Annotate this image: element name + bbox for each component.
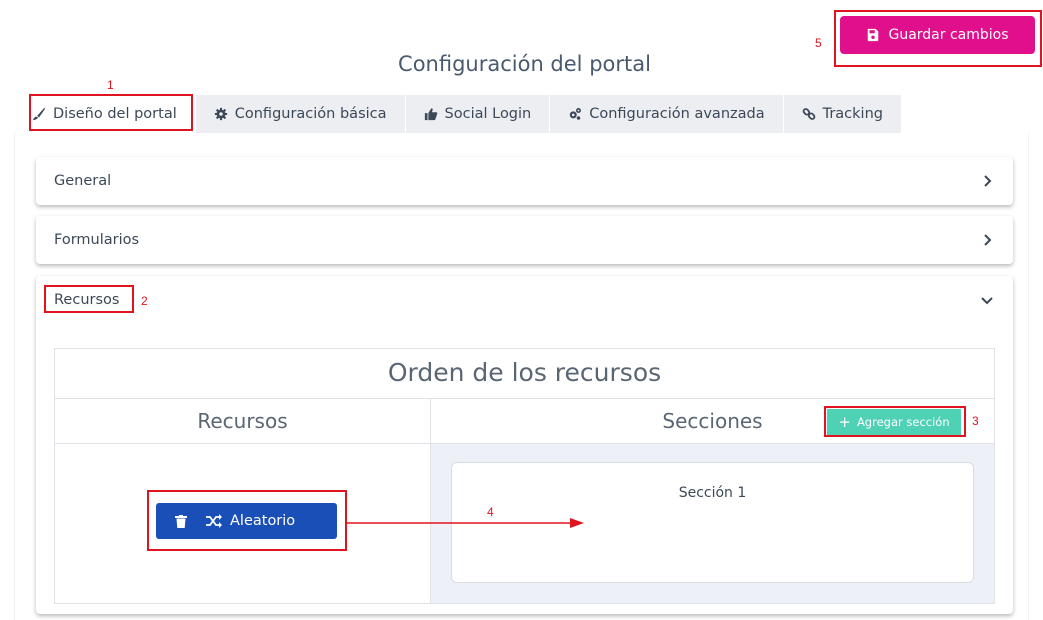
- accordion-title: Recursos: [54, 292, 120, 308]
- accordion-title: General: [54, 173, 112, 189]
- tab-configuracion-avanzada[interactable]: Configuración avanzada: [550, 95, 784, 133]
- tab-label: Tracking: [822, 106, 883, 122]
- add-section-label: Agregar sección: [856, 415, 950, 429]
- tab-bar: Diseño del portal Configuración básica S…: [14, 95, 902, 133]
- floppy-disk-icon: [868, 28, 879, 42]
- page-title: Configuración del portal: [398, 52, 651, 76]
- chevron-right-icon: [984, 175, 992, 187]
- accordion-general: General: [36, 157, 1013, 205]
- add-section-button[interactable]: + Agregar sección: [827, 409, 961, 435]
- thumbs-up-icon: [424, 108, 437, 121]
- tab-social-login[interactable]: Social Login: [405, 95, 551, 133]
- annotation-number-3: 3: [972, 414, 979, 428]
- brush-icon: [32, 107, 46, 121]
- tab-label: Configuración básica: [234, 106, 387, 122]
- tab-configuracion-basica[interactable]: Configuración básica: [195, 95, 406, 133]
- resource-item-text: Aleatorio: [230, 513, 296, 529]
- link-icon: [802, 108, 815, 120]
- accordion-formularios-header[interactable]: Formularios: [36, 216, 1013, 264]
- tab-label: Diseño del portal: [53, 106, 177, 122]
- gear-icon: [214, 107, 227, 121]
- section-name: Sección 1: [678, 485, 747, 501]
- accordion-formularios: Formularios: [36, 216, 1013, 264]
- chevron-right-icon: [984, 234, 992, 246]
- resource-item-aleatorio[interactable]: Aleatorio: [156, 503, 337, 539]
- annotation-number-2: 2: [141, 294, 148, 308]
- annotation-arrow: [346, 518, 584, 528]
- annotation-number-5: 5: [815, 36, 822, 50]
- tab-diseno-del-portal[interactable]: Diseño del portal: [14, 95, 196, 133]
- accordion-recursos: Recursos Orden de los recursos Recursos …: [36, 276, 1013, 614]
- resources-order-title: Orden de los recursos: [55, 349, 994, 399]
- accordion-recursos-header[interactable]: Recursos: [36, 276, 1013, 324]
- resources-column-header: Recursos: [197, 409, 288, 433]
- gears-icon: [569, 108, 582, 120]
- accordion-title: Formularios: [54, 232, 140, 248]
- tab-label: Social Login: [444, 106, 532, 122]
- trash-icon[interactable]: [156, 514, 206, 528]
- plus-icon: +: [838, 412, 851, 431]
- tab-label: Configuración avanzada: [589, 106, 765, 122]
- annotation-number-1: 1: [107, 78, 114, 92]
- accordion-general-header[interactable]: General: [36, 157, 1013, 205]
- resource-item-label-group: Aleatorio: [206, 513, 295, 529]
- shuffle-icon: [206, 514, 222, 528]
- tab-tracking[interactable]: Tracking: [783, 95, 902, 133]
- chevron-down-icon: [981, 297, 993, 305]
- save-changes-label: Guardar cambios: [888, 27, 1009, 43]
- save-changes-button[interactable]: Guardar cambios: [840, 16, 1035, 54]
